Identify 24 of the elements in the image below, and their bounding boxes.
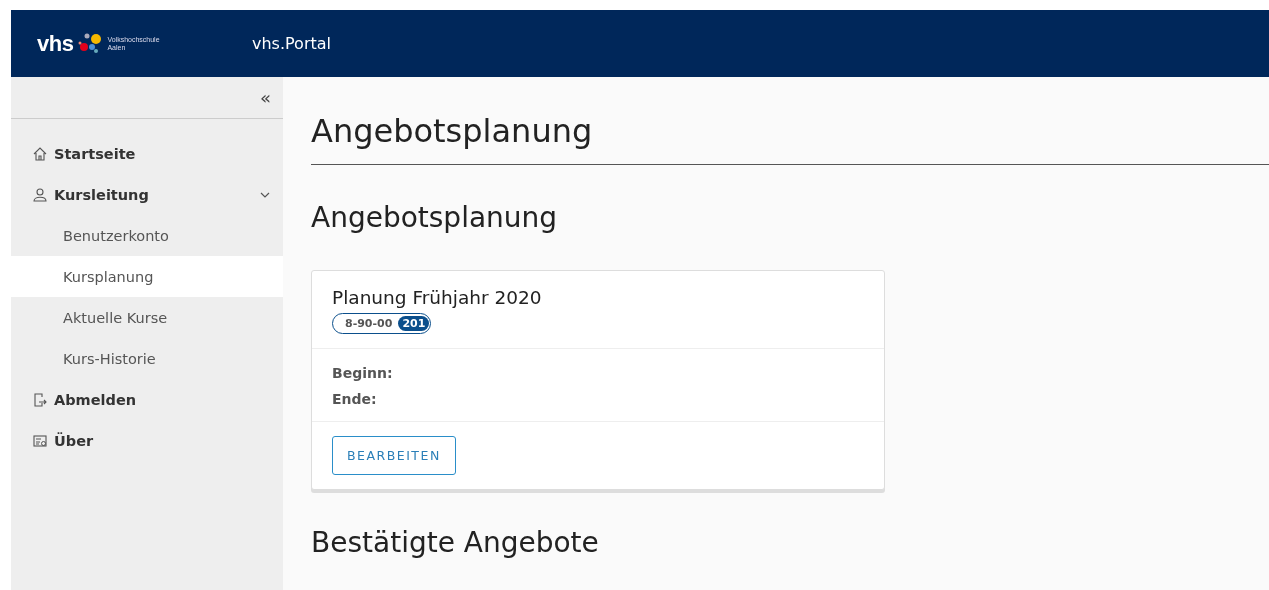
sidebar-item[interactable]: Kursleitung bbox=[11, 174, 283, 215]
section-title: Bestätigte Angebote bbox=[311, 526, 600, 559]
logo-text: vhs bbox=[37, 30, 74, 57]
sidebar-item[interactable]: Über bbox=[11, 420, 283, 461]
logout-icon bbox=[32, 391, 48, 408]
page-title: Angebotsplanung bbox=[311, 77, 1269, 165]
collapse-button[interactable]: « bbox=[260, 87, 271, 108]
sidebar-item[interactable]: Startseite bbox=[11, 133, 283, 174]
sidebar-item[interactable]: Abmelden bbox=[11, 379, 283, 420]
section-title: Angebotsplanung bbox=[311, 201, 559, 234]
document-icon bbox=[32, 432, 48, 449]
field-label: Ende: bbox=[332, 391, 378, 407]
field-label: Beginn: bbox=[332, 365, 394, 381]
sidebar-item[interactable]: Kursplanung bbox=[11, 256, 283, 297]
user-icon bbox=[32, 186, 48, 203]
card-title: Planung Frühjahr 2020 bbox=[332, 287, 543, 308]
sidebar-item[interactable]: Aktuelle Kurse bbox=[11, 297, 283, 338]
edit-button[interactable]: BEARBEITEN bbox=[332, 436, 456, 475]
dots-logo-icon bbox=[77, 31, 104, 56]
count-badge: 201 bbox=[398, 316, 430, 331]
sidebar-item[interactable]: Benutzerkonto bbox=[11, 215, 283, 256]
sidebar-item[interactable]: Kurs-Historie bbox=[11, 338, 283, 379]
home-icon bbox=[32, 145, 48, 162]
app-title: vhs.Portal bbox=[252, 34, 331, 53]
